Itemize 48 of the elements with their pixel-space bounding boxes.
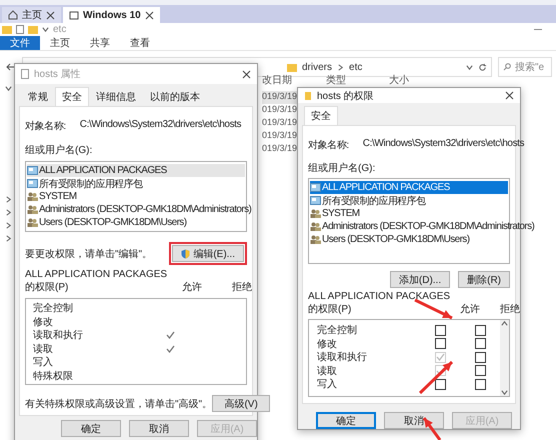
permission-name: 修改 [317, 338, 338, 350]
permission-name: 写入 [33, 356, 54, 369]
group-name: SYSTEM [39, 191, 77, 202]
edit-hint: 要更改权限，请单击"编辑"。 [25, 248, 152, 260]
search-placeholder: 搜索"e [515, 60, 544, 74]
deny-header: 拒绝 [232, 280, 252, 294]
tab-label: 主页 [22, 8, 42, 22]
dialog-title: hosts 属性 [34, 68, 82, 81]
permissions-title: ALL APPLICATION PACKAGES [308, 291, 450, 302]
groups-label: 组或用户名(G): [25, 144, 94, 157]
date-cell: 019/3/19 [262, 143, 298, 153]
advanced-hint: 有关特殊权限或高级设置，请单击"高级"。 [25, 398, 212, 410]
allow-header: 允许 [460, 302, 480, 316]
date-cell: 019/3/19 [262, 130, 298, 140]
object-name-label: 对象名称: [25, 120, 66, 133]
permission-name: 特殊权限 [33, 370, 74, 382]
groups-label: 组或用户名(G): [308, 162, 376, 175]
date-cell: 019/3/19 [262, 91, 298, 101]
dialog-title: hosts 的权限 [317, 90, 375, 102]
permission-name: 读取 [33, 342, 54, 356]
permission-name: 读取和执行 [33, 328, 84, 342]
tab-label: Windows 10 [83, 10, 141, 20]
group-name: Users (DESKTOP-GMK18DM\Users) [322, 234, 470, 245]
window-title: etc [53, 24, 68, 35]
deny-header: 拒绝 [500, 302, 520, 316]
group-name: Administrators (DESKTOP-GMK18DM\Administrators) [322, 221, 534, 232]
permissions-label: 的权限(P) [25, 282, 68, 293]
permission-name: 完全控制 [33, 302, 74, 315]
group-name: 所有受限制的应用程序包 [39, 178, 142, 190]
permission-name: 完全控制 [317, 324, 358, 337]
allow-header: 允许 [182, 280, 202, 294]
permission-name: 修改 [33, 316, 54, 328]
permission-name: 读取和执行 [317, 350, 368, 364]
group-name: SYSTEM [322, 208, 360, 219]
group-name: ALL APPLICATION PACKAGES [322, 182, 450, 193]
group-name: Administrators (DESKTOP-GMK18DM\Administrators) [39, 204, 252, 215]
object-path: C:\Windows\System32\drivers\etc\hosts [80, 119, 242, 132]
object-path: C:\Windows\System32\drivers\etc\hosts [362, 138, 524, 151]
group-name: 所有受限制的应用程序包 [322, 194, 426, 208]
group-name: Users (DESKTOP-GMK18DM\Users) [39, 217, 186, 228]
permission-name: 写入 [317, 378, 338, 391]
object-name-label: 对象名称: [308, 138, 349, 152]
date-cell: 019/3/19 [262, 117, 298, 127]
permissions-label: 的权限(P) [308, 304, 352, 315]
group-name: ALL APPLICATION PACKAGES [39, 165, 167, 176]
date-cell: 019/3/19 [262, 104, 298, 114]
permission-name: 读取 [317, 364, 338, 378]
permissions-title: ALL APPLICATION PACKAGES [25, 269, 168, 280]
